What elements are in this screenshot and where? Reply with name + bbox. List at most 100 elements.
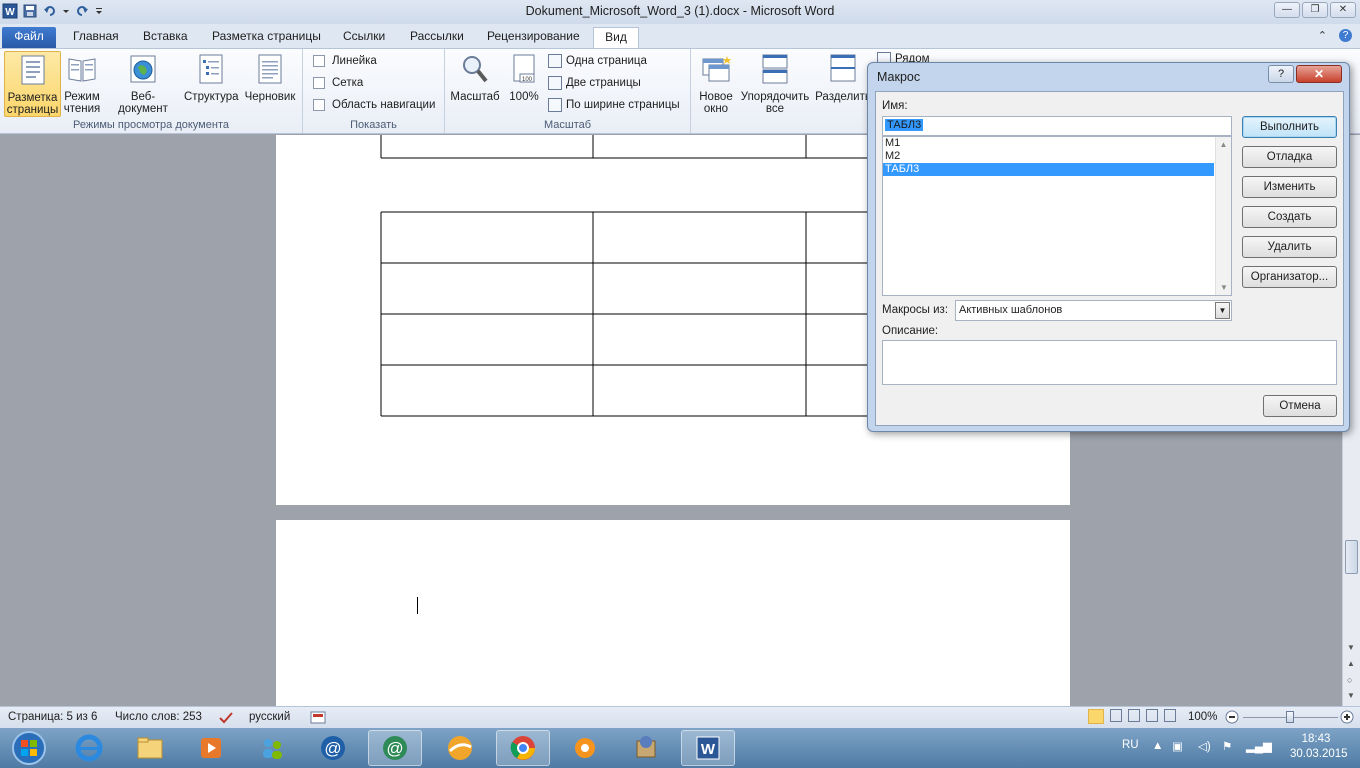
create-button[interactable]: Создать — [1242, 206, 1337, 228]
macro-list-item-selected[interactable]: ТАБЛ3 — [883, 163, 1214, 176]
tab-view[interactable]: Вид — [593, 27, 639, 48]
browse-object-icon[interactable]: ○ — [1347, 675, 1352, 685]
tab-file[interactable]: Файл — [2, 27, 56, 48]
full-screen-reading-icon[interactable] — [1110, 709, 1122, 722]
minimize-button[interactable]: — — [1274, 2, 1300, 18]
macro-name-input[interactable]: ТАБЛ3 — [882, 116, 1232, 136]
close-window-button[interactable]: ✕ — [1330, 2, 1356, 18]
input-language[interactable]: RU — [1122, 739, 1139, 751]
archive-icon[interactable] — [619, 730, 673, 766]
zoom-in-icon[interactable] — [1340, 710, 1354, 727]
tab-mailings[interactable]: Рассылки — [410, 27, 464, 48]
chrome-icon[interactable] — [496, 730, 550, 766]
scroll-down-arrow-icon[interactable]: ▼ — [1347, 643, 1355, 652]
delete-button[interactable]: Удалить — [1242, 236, 1337, 258]
tab-review[interactable]: Рецензирование — [487, 27, 580, 48]
macros-in-label: Макросы из: — [882, 304, 949, 316]
avast-icon[interactable] — [558, 730, 612, 766]
word-taskbar-icon[interactable]: W — [681, 730, 735, 766]
navigation-pane-checkbox[interactable]: Область навигации — [313, 99, 435, 111]
tray-expand-icon[interactable]: ▲ — [1152, 740, 1163, 752]
scrollbar-thumb[interactable] — [1345, 540, 1358, 574]
zoom-100-button[interactable]: 100 100% — [505, 51, 543, 103]
next-page-icon[interactable]: ▼ — [1347, 691, 1355, 700]
zoom-slider-thumb[interactable] — [1286, 711, 1294, 723]
page-width-button[interactable]: По ширине страницы — [548, 98, 680, 112]
help-icon[interactable]: ? — [1339, 29, 1352, 42]
word-count-status[interactable]: Число слов: 253 — [115, 711, 202, 723]
two-pages-label: Две страницы — [566, 77, 641, 89]
minimize-ribbon-icon[interactable]: ⌃ — [1318, 29, 1327, 42]
mail-agent-chat-icon[interactable]: @ — [368, 730, 422, 766]
macro-record-icon[interactable] — [310, 711, 326, 727]
draft-icon — [254, 53, 286, 85]
reading-mode-button[interactable]: Режим чтения — [62, 51, 102, 115]
arrange-all-button[interactable]: Упорядочить все — [739, 51, 811, 115]
dialog-close-button[interactable]: ✕ — [1296, 65, 1342, 83]
split-button[interactable]: Разделить — [815, 51, 871, 103]
proofing-icon[interactable] — [218, 711, 234, 728]
draft-button[interactable]: Черновик — [242, 51, 298, 103]
organizer-button[interactable]: Организатор... — [1242, 266, 1337, 288]
explorer-icon[interactable] — [123, 730, 177, 766]
step-into-button[interactable]: Отладка — [1242, 146, 1337, 168]
outline-button[interactable]: Структура — [184, 51, 239, 103]
tab-home[interactable]: Главная — [73, 27, 119, 48]
svg-text:W: W — [701, 741, 716, 758]
print-layout-view-icon[interactable] — [1088, 709, 1104, 724]
draft-view-icon[interactable] — [1164, 709, 1176, 722]
dialog-help-button[interactable]: ? — [1268, 65, 1294, 83]
cancel-button[interactable]: Отмена — [1263, 395, 1337, 417]
document-page-next[interactable] — [276, 520, 1070, 706]
group-document-views: Разметка страницы Режим чтения Веб-докум… — [0, 49, 303, 133]
grid-checkbox[interactable]: Сетка — [313, 77, 363, 89]
action-center-flag-icon[interactable]: ⚑ — [1222, 739, 1232, 753]
macro-list-item[interactable]: М1 — [883, 137, 1214, 150]
web-layout-view-icon[interactable] — [1128, 709, 1140, 722]
tab-page-layout[interactable]: Разметка страницы — [212, 27, 321, 48]
outline-view-icon[interactable] — [1146, 709, 1158, 722]
language-status[interactable]: русский — [249, 711, 290, 723]
two-pages-button[interactable]: Две страницы — [548, 76, 641, 90]
zoom-button[interactable]: Масштаб — [450, 51, 500, 103]
clock[interactable]: 18:43 30.03.2015 — [1290, 733, 1348, 760]
print-layout-icon — [17, 54, 49, 86]
web-layout-label: Веб-документ — [118, 91, 168, 115]
previous-page-icon[interactable]: ▲ — [1347, 659, 1355, 668]
run-button[interactable]: Выполнить — [1242, 116, 1337, 138]
volume-icon[interactable]: ◁) — [1198, 739, 1211, 753]
edit-button[interactable]: Изменить — [1242, 176, 1337, 198]
scroll-down-icon[interactable]: ▼ — [1220, 283, 1228, 292]
mail-agent-icon[interactable]: @ — [306, 730, 360, 766]
navigation-pane-checkbox-box[interactable] — [313, 99, 325, 111]
zoom-level[interactable]: 100% — [1188, 711, 1217, 723]
new-window-button[interactable]: Новое окно — [696, 51, 736, 115]
media-player-icon[interactable] — [184, 730, 238, 766]
internet-explorer-icon[interactable] — [62, 730, 116, 766]
disk-icon[interactable] — [433, 730, 487, 766]
ruler-checkbox[interactable]: Линейка — [313, 55, 377, 67]
window-title: Dokument_Microsoft_Word_3 (1).docx - Mic… — [525, 4, 835, 18]
network-icon[interactable]: ▂▄▆ — [1246, 739, 1272, 753]
page-count-status[interactable]: Страница: 5 из 6 — [8, 711, 97, 723]
people-icon[interactable] — [245, 730, 299, 766]
tab-insert[interactable]: Вставка — [143, 27, 188, 48]
macro-list-scrollbar[interactable]: ▲ ▼ — [1215, 137, 1231, 295]
zoom-out-icon[interactable] — [1225, 710, 1239, 727]
start-button[interactable] — [2, 730, 56, 766]
macros-in-select[interactable]: Активных шаблонов ▼ — [955, 300, 1232, 321]
scroll-up-icon[interactable]: ▲ — [1216, 140, 1231, 149]
split-icon — [827, 53, 859, 85]
print-layout-button[interactable]: Разметка страницы — [4, 51, 61, 117]
tab-references[interactable]: Ссылки — [343, 27, 385, 48]
tray-device-icon[interactable]: ▣ — [1172, 739, 1183, 753]
one-page-button[interactable]: Одна страница — [548, 54, 647, 68]
web-layout-button[interactable]: Веб-документ — [106, 51, 180, 115]
chevron-down-icon[interactable]: ▼ — [1215, 302, 1230, 319]
grid-checkbox-box[interactable] — [313, 77, 325, 89]
macro-list[interactable]: М1 М2 ТАБЛ3 ▲ ▼ — [882, 136, 1232, 296]
restore-button[interactable]: ❐ — [1302, 2, 1328, 18]
ruler-checkbox-box[interactable] — [313, 55, 325, 67]
macro-list-item[interactable]: М2 — [883, 150, 1214, 163]
macro-name-value: ТАБЛ3 — [885, 119, 924, 131]
